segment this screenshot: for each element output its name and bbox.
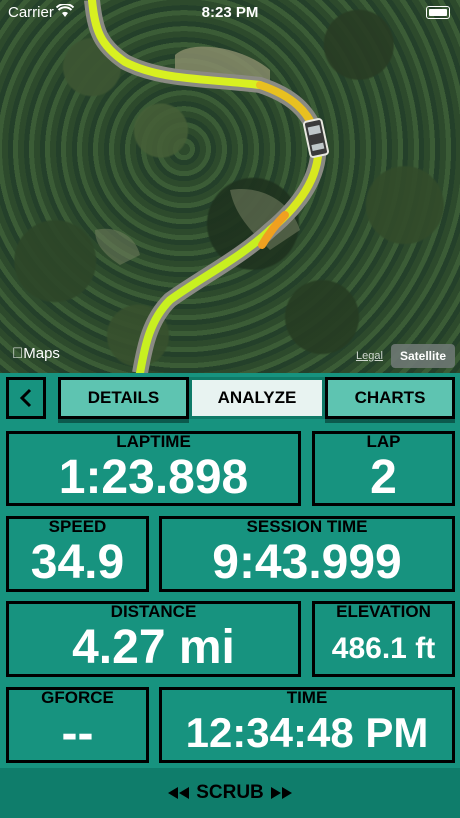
maps-logo-text: Maps (12, 345, 60, 362)
laptime-value: 1:23.898 (58, 451, 249, 504)
map-view[interactable]: Carrier 8:23 PM Maps Legal Satellite (0, 0, 460, 373)
apple-logo-icon:  (12, 345, 23, 362)
tab-bar: DETAILS ANALYZE CHARTS (0, 373, 460, 427)
session-time-box: SESSION TIME 9:43.999 (159, 516, 455, 592)
elevation-value: 486.1 ft (331, 632, 436, 665)
elevation-label: ELEVATION (336, 602, 431, 621)
time-box: TIME 12:34:48 PM (159, 687, 455, 763)
gforce-box: GFORCE -- (6, 687, 149, 763)
tab-details[interactable]: DETAILS (58, 377, 189, 419)
tab-charts[interactable]: CHARTS (325, 377, 455, 419)
tab-underline (58, 419, 189, 423)
maps-logo: Maps (12, 345, 60, 362)
elevation-box: ELEVATION 486.1 ft (312, 601, 455, 677)
car-marker-icon (303, 118, 329, 158)
laptime-box: LAPTIME 1:23.898 (6, 431, 301, 506)
lap-box: LAP 2 (312, 431, 455, 506)
distance-value: 4.27 mi (72, 621, 235, 674)
time-label: TIME (286, 688, 328, 707)
battery-icon (426, 6, 450, 19)
scrub-label: SCRUB (196, 782, 264, 803)
back-button[interactable] (6, 377, 46, 419)
laptime-label: LAPTIME (116, 432, 191, 451)
map-overlay (84, 0, 329, 373)
scrub-button[interactable]: SCRUB (0, 768, 460, 818)
distance-label: DISTANCE (110, 602, 197, 621)
status-bar: Carrier 8:23 PM (0, 0, 460, 26)
speed-label: SPEED (48, 517, 107, 536)
speed-box: SPEED 34.9 (6, 516, 149, 592)
distance-box: DISTANCE 4.27 mi (6, 601, 301, 677)
legal-link[interactable]: Legal (356, 350, 383, 362)
status-time: 8:23 PM (201, 4, 259, 21)
tab-analyze[interactable]: ANALYZE (189, 377, 325, 419)
tab-underline (325, 419, 455, 423)
lap-label: LAP (366, 432, 401, 451)
speed-value: 34.9 (30, 536, 125, 589)
satellite-button[interactable]: Satellite (391, 344, 455, 368)
gforce-label: GFORCE (41, 688, 114, 707)
fast-forward-icon (270, 787, 292, 799)
gforce-value: -- (61, 707, 94, 760)
rewind-icon (168, 787, 190, 799)
session-time-value: 9:43.999 (212, 536, 402, 589)
lap-value: 2 (370, 451, 397, 504)
time-value: 12:34:48 PM (185, 709, 429, 756)
chevron-left-icon (19, 388, 32, 408)
clearing-area (95, 228, 140, 265)
session-time-label: SESSION TIME (246, 517, 368, 536)
